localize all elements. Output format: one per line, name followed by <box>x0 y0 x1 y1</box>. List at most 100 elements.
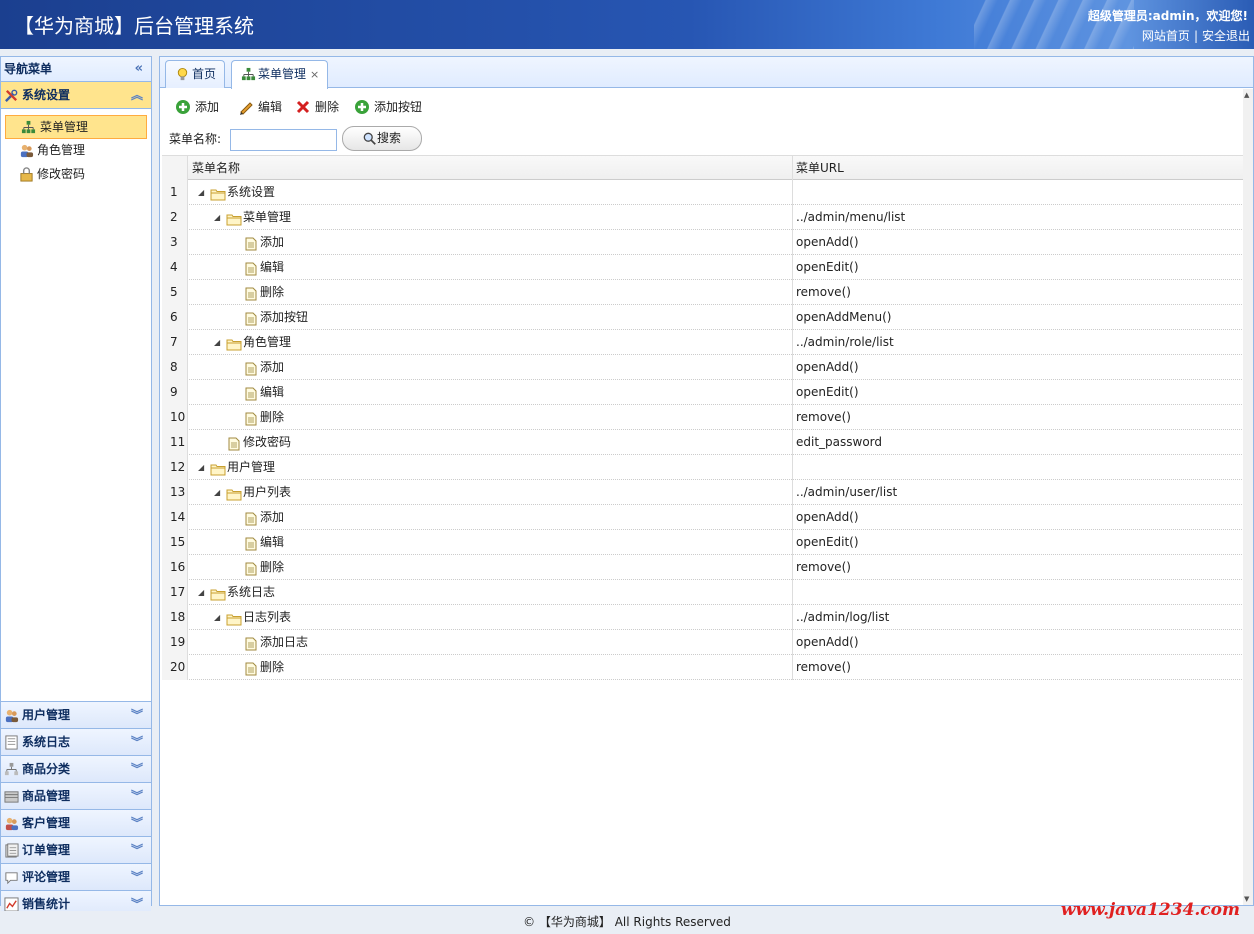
add-menu-button[interactable]: 添加按钮 <box>354 95 422 119</box>
sidebar-item-menu-manage[interactable]: 菜单管理 <box>5 115 147 139</box>
table-row[interactable]: 19 添加日志 openAdd() <box>162 630 1244 655</box>
table-row[interactable]: 18 ◢ 日志列表 ../admin/log/list <box>162 605 1244 630</box>
sidebar-item-role-manage[interactable]: 角色管理 <box>5 139 147 163</box>
edit-button[interactable]: 编辑 <box>238 95 282 119</box>
menu-name-cell: 编辑 <box>243 380 284 404</box>
menu-name-cell: ◢ 用户列表 <box>214 480 291 505</box>
menu-name-cell: ◢ 系统设置 <box>198 180 275 205</box>
table-row[interactable]: 5 删除 remove() <box>162 280 1244 305</box>
table-row[interactable]: 4 编辑 openEdit() <box>162 255 1244 280</box>
menu-url-cell <box>792 455 796 480</box>
sidebar-section-customer[interactable]: 客户管理 ︾ <box>1 810 151 837</box>
table-row[interactable]: 2 ◢ 菜单管理 ../admin/menu/list <box>162 205 1244 230</box>
close-tab-icon[interactable]: × <box>310 68 319 81</box>
row-number: 4 <box>162 255 188 280</box>
menu-url-cell: openAdd() <box>792 630 859 655</box>
folder-icon <box>226 610 242 625</box>
menu-name-text: 用户管理 <box>227 460 276 474</box>
menu-name-text: 添加 <box>260 360 285 374</box>
chevron-down-icon[interactable]: ︾ <box>131 702 143 728</box>
scroll-up-icon[interactable]: ▲ <box>1244 91 1249 99</box>
menu-url-cell: remove() <box>792 280 851 305</box>
table-row[interactable]: 10 删除 remove() <box>162 405 1244 430</box>
sidebar-section-category[interactable]: 商品分类 ︾ <box>1 756 151 783</box>
file-icon <box>243 285 259 300</box>
table-row[interactable]: 11 修改密码 edit_password <box>162 430 1244 455</box>
table-row[interactable]: 14 添加 openAdd() <box>162 505 1244 530</box>
menu-url-cell <box>792 180 796 205</box>
expand-toggle-icon[interactable]: ◢ <box>214 606 226 630</box>
menu-name-text: 删除 <box>260 560 285 574</box>
expand-toggle-icon[interactable]: ◢ <box>198 581 210 605</box>
delete-button[interactable]: 删除 <box>295 95 339 119</box>
column-header-url[interactable]: 菜单URL <box>792 156 844 180</box>
menu-name-text: 添加按钮 <box>260 310 309 324</box>
table-row[interactable]: 17 ◢ 系统日志 <box>162 580 1244 605</box>
chevron-down-icon[interactable]: ︾ <box>131 837 143 863</box>
chevron-down-icon[interactable]: ︾ <box>131 810 143 836</box>
chevron-up-icon[interactable]: ︽ <box>131 82 143 108</box>
sidebar-section-system-settings[interactable]: 系统设置 ︽ <box>1 82 151 109</box>
scroll-down-icon[interactable]: ▼ <box>1244 895 1249 903</box>
table-row[interactable]: 8 添加 openAdd() <box>162 355 1244 380</box>
table-row[interactable]: 15 编辑 openEdit() <box>162 530 1244 555</box>
menu-name-cell: ◢ 系统日志 <box>198 580 275 605</box>
table-row[interactable]: 9 编辑 openEdit() <box>162 380 1244 405</box>
site-home-link[interactable]: 网站首页 <box>1142 29 1190 43</box>
sidebar-section-system-log[interactable]: 系统日志 ︾ <box>1 729 151 756</box>
sidebar-section-comment[interactable]: 评论管理 ︾ <box>1 864 151 891</box>
logout-link[interactable]: 安全退出 <box>1202 29 1250 43</box>
sidebar-item-change-password[interactable]: 修改密码 <box>5 163 147 187</box>
file-icon <box>226 435 242 450</box>
tab-menu-manage[interactable]: 菜单管理 × <box>231 60 329 89</box>
grid-header: 菜单名称 菜单URL <box>162 155 1244 180</box>
table-row[interactable]: 6 添加按钮 openAddMenu() <box>162 305 1244 330</box>
search-button[interactable]: 搜索 <box>342 126 422 151</box>
expand-toggle-icon[interactable]: ◢ <box>198 181 210 205</box>
menu-name-text: 日志列表 <box>243 610 292 624</box>
collapse-sidebar-icon[interactable]: « <box>135 57 143 81</box>
table-row[interactable]: 12 ◢ 用户管理 <box>162 455 1244 480</box>
chevron-down-icon[interactable]: ︾ <box>131 756 143 782</box>
expand-toggle-icon[interactable]: ◢ <box>214 481 226 505</box>
table-row[interactable]: 16 删除 remove() <box>162 555 1244 580</box>
chevron-down-icon[interactable]: ︾ <box>131 783 143 809</box>
row-number: 3 <box>162 230 188 255</box>
file-icon <box>243 410 259 425</box>
menu-url-cell: edit_password <box>792 430 882 455</box>
menu-url-cell: openAdd() <box>792 505 859 530</box>
table-row[interactable]: 13 ◢ 用户列表 ../admin/user/list <box>162 480 1244 505</box>
menu-name-text: 系统日志 <box>227 585 276 599</box>
menu-url-cell: ../admin/menu/list <box>792 205 905 230</box>
table-row[interactable]: 1 ◢ 系统设置 <box>162 180 1244 205</box>
sidebar-section-product[interactable]: 商品管理 ︾ <box>1 783 151 810</box>
file-icon <box>243 510 259 525</box>
expand-toggle-icon[interactable]: ◢ <box>214 331 226 355</box>
column-header-name[interactable]: 菜单名称 <box>192 156 240 180</box>
row-number-header <box>162 156 188 180</box>
welcome-text: 超级管理员:admin，欢迎您! <box>1087 9 1248 23</box>
chevron-down-icon[interactable]: ︾ <box>131 729 143 755</box>
vertical-scrollbar[interactable]: ▲ ▼ <box>1243 89 1253 905</box>
sidebar-section-order[interactable]: 订单管理 ︾ <box>1 837 151 864</box>
sidebar-section-user-manage[interactable]: 用户管理 ︾ <box>1 702 151 729</box>
menu-name-cell: 编辑 <box>243 255 284 279</box>
expand-toggle-icon[interactable]: ◢ <box>198 456 210 480</box>
menu-url-cell: openEdit() <box>792 255 859 280</box>
chevron-down-icon[interactable]: ︾ <box>131 864 143 890</box>
tab-home[interactable]: 首页 <box>165 60 226 88</box>
menu-tree-grid: 菜单名称 菜单URL 1 ◢ 系统设置 2 ◢ 菜单管理 ../admin/menu/lis… <box>162 155 1244 680</box>
add-button[interactable]: 添加 <box>175 95 219 119</box>
folder-icon <box>210 585 226 600</box>
file-icon <box>243 260 259 275</box>
comment-icon <box>5 872 18 885</box>
row-number: 16 <box>162 555 188 580</box>
table-row[interactable]: 7 ◢ 角色管理 ../admin/role/list <box>162 330 1244 355</box>
expand-toggle-icon[interactable]: ◢ <box>214 206 226 230</box>
file-icon <box>243 360 259 375</box>
table-row[interactable]: 3 添加 openAdd() <box>162 230 1244 255</box>
menu-name-text: 添加日志 <box>260 635 309 649</box>
menu-url-cell: openAddMenu() <box>792 305 892 330</box>
menu-name-input[interactable] <box>230 129 337 151</box>
table-row[interactable]: 20 删除 remove() <box>162 655 1244 680</box>
